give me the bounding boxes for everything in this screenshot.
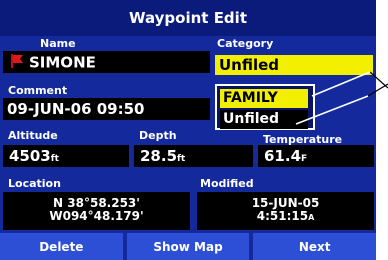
name-value: SIMONE: [29, 53, 96, 72]
modified-field: 15-JUN-05 4:51:15A: [197, 192, 374, 230]
depth-label: Depth: [139, 129, 177, 142]
modified-label: Modified: [200, 177, 254, 190]
category-dropdown: FAMILY Unfiled: [215, 84, 315, 130]
category-option-family[interactable]: FAMILY: [220, 89, 308, 108]
temperature-unit: F: [301, 154, 308, 164]
comment-field[interactable]: 09-JUN-06 09:50: [3, 98, 210, 120]
next-button[interactable]: Next: [253, 233, 376, 260]
depth-field[interactable]: 28.5ft: [134, 145, 253, 167]
category-label: Category: [217, 37, 274, 50]
waypoint-edit-screen: Waypoint Edit Name SIMONE Category Unfil…: [0, 0, 376, 260]
depth-unit: ft: [177, 154, 186, 164]
category-field[interactable]: Unfiled: [215, 55, 373, 75]
name-label: Name: [40, 37, 76, 50]
modified-time-suffix: A: [308, 213, 315, 222]
location-longitude: W094°48.179': [49, 209, 144, 223]
name-field[interactable]: SIMONE: [3, 51, 210, 73]
depth-value: 28.5: [140, 147, 178, 165]
show-map-button[interactable]: Show Map: [126, 233, 250, 260]
category-option-unfiled[interactable]: Unfiled: [220, 110, 308, 129]
altitude-field[interactable]: 4503ft: [3, 145, 129, 167]
comment-label: Comment: [8, 84, 68, 97]
delete-button[interactable]: Delete: [0, 233, 123, 260]
location-field[interactable]: N 38°58.253' W094°48.179': [3, 192, 190, 230]
altitude-value: 4503: [9, 147, 51, 165]
temperature-value: 61.4: [264, 147, 302, 165]
altitude-label: Altitude: [8, 129, 58, 142]
location-label: Location: [8, 177, 61, 190]
red-flag-icon: [9, 53, 25, 73]
altitude-unit: ft: [50, 154, 59, 164]
temperature-field[interactable]: 61.4F: [258, 145, 374, 167]
button-bar: Delete Show Map Next: [0, 233, 376, 260]
page-title: Waypoint Edit: [0, 0, 376, 36]
modified-time: 4:51:15: [256, 209, 309, 223]
